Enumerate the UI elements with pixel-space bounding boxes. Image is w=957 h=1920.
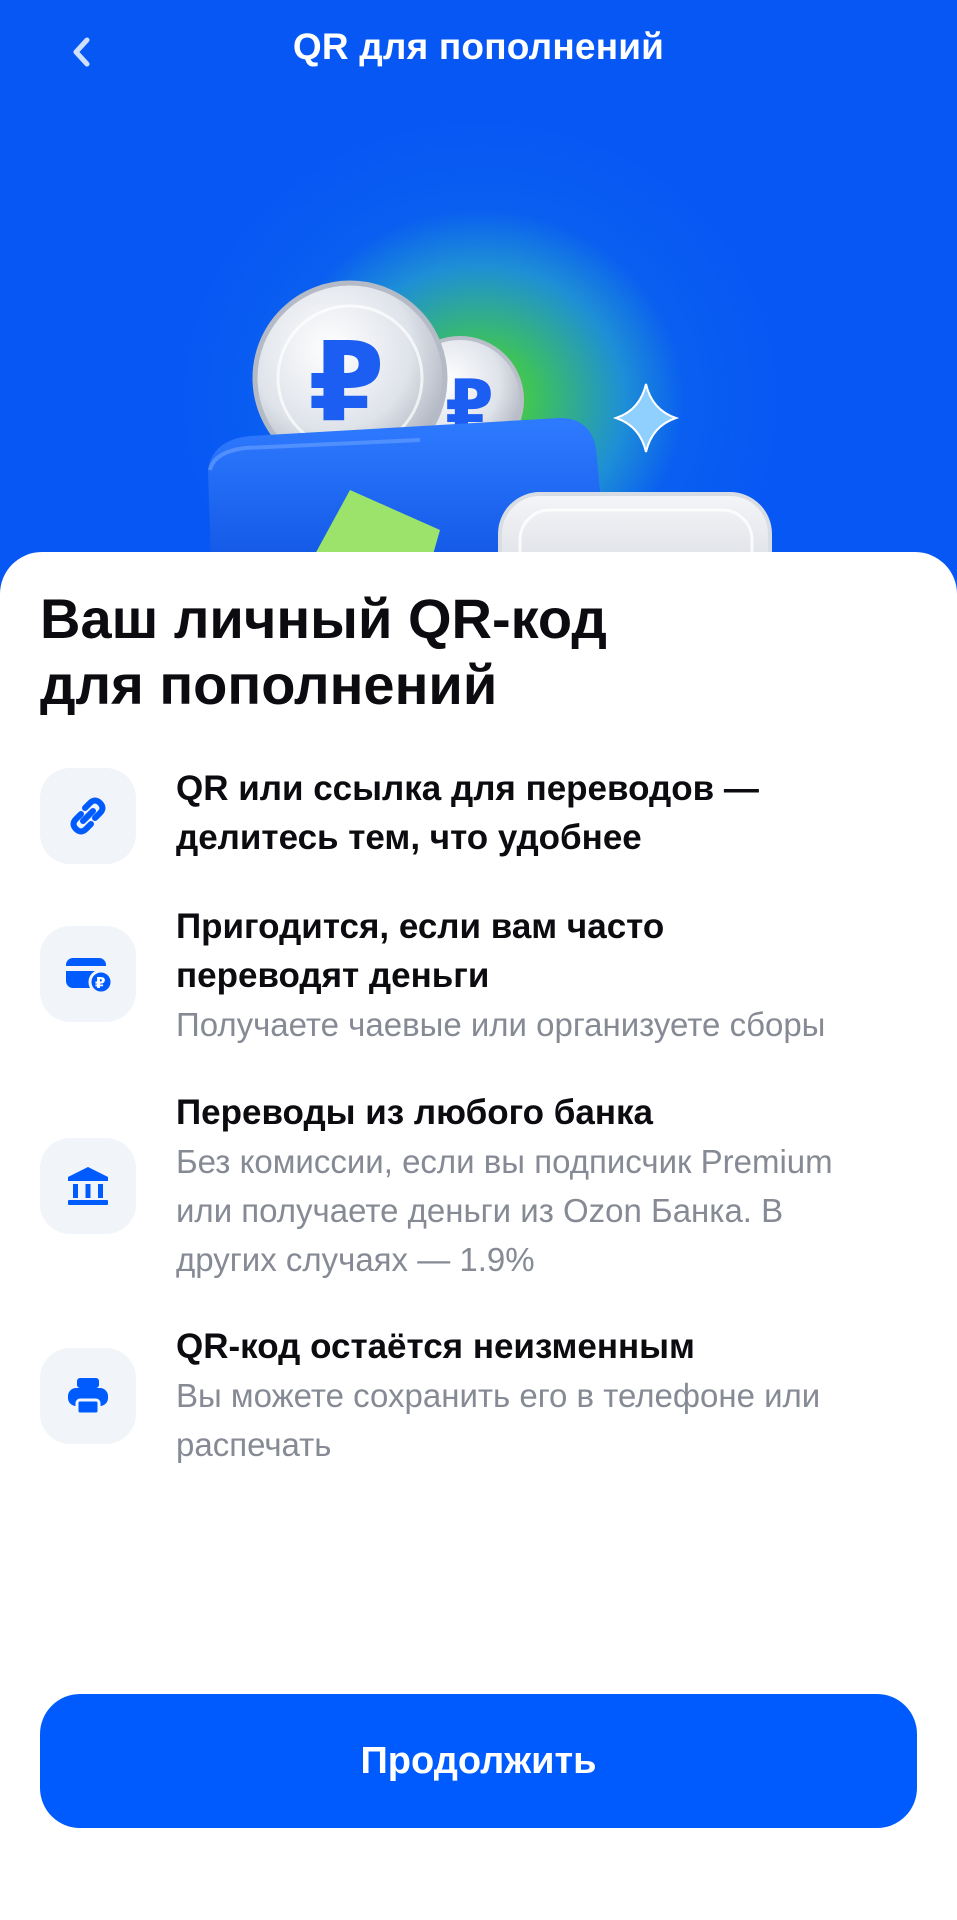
- wallet-with-coins-illustration: ₽ ₽: [208, 280, 772, 600]
- hero-banner: ₽ ₽ QR для пополнений: [0, 0, 957, 600]
- svg-text:₽: ₽: [95, 974, 105, 992]
- printer-icon: [40, 1348, 136, 1444]
- main-heading-line1: Ваш личный QR-код: [40, 587, 607, 650]
- feature-subtitle: Получаете чаевые или организуете сборы: [176, 1006, 826, 1043]
- svg-text:₽: ₽: [308, 318, 385, 446]
- feature-subtitle: Без комиссии, если вы подписчик Premium …: [176, 1143, 833, 1278]
- main-heading: Ваш личный QR-код для пополнений: [40, 586, 920, 718]
- bank-icon: [40, 1138, 136, 1234]
- feature-title: QR или ссылка для переводов — делитесь т…: [176, 769, 759, 857]
- card-ruble-icon: ₽: [40, 926, 136, 1022]
- continue-button[interactable]: Продолжить: [40, 1694, 917, 1828]
- feature-title: QR-код остаётся неизменным: [176, 1327, 695, 1366]
- feature-title: Переводы из любого банка: [176, 1093, 653, 1132]
- link-icon: [40, 768, 136, 864]
- main-heading-line2: для пополнений: [40, 653, 498, 716]
- page-title: QR для пополнений: [292, 26, 665, 67]
- feature-subtitle: Вы можете сохранить его в телефоне или р…: [176, 1377, 821, 1463]
- feature-title: Пригодится, если вам часто переводят ден…: [176, 907, 665, 995]
